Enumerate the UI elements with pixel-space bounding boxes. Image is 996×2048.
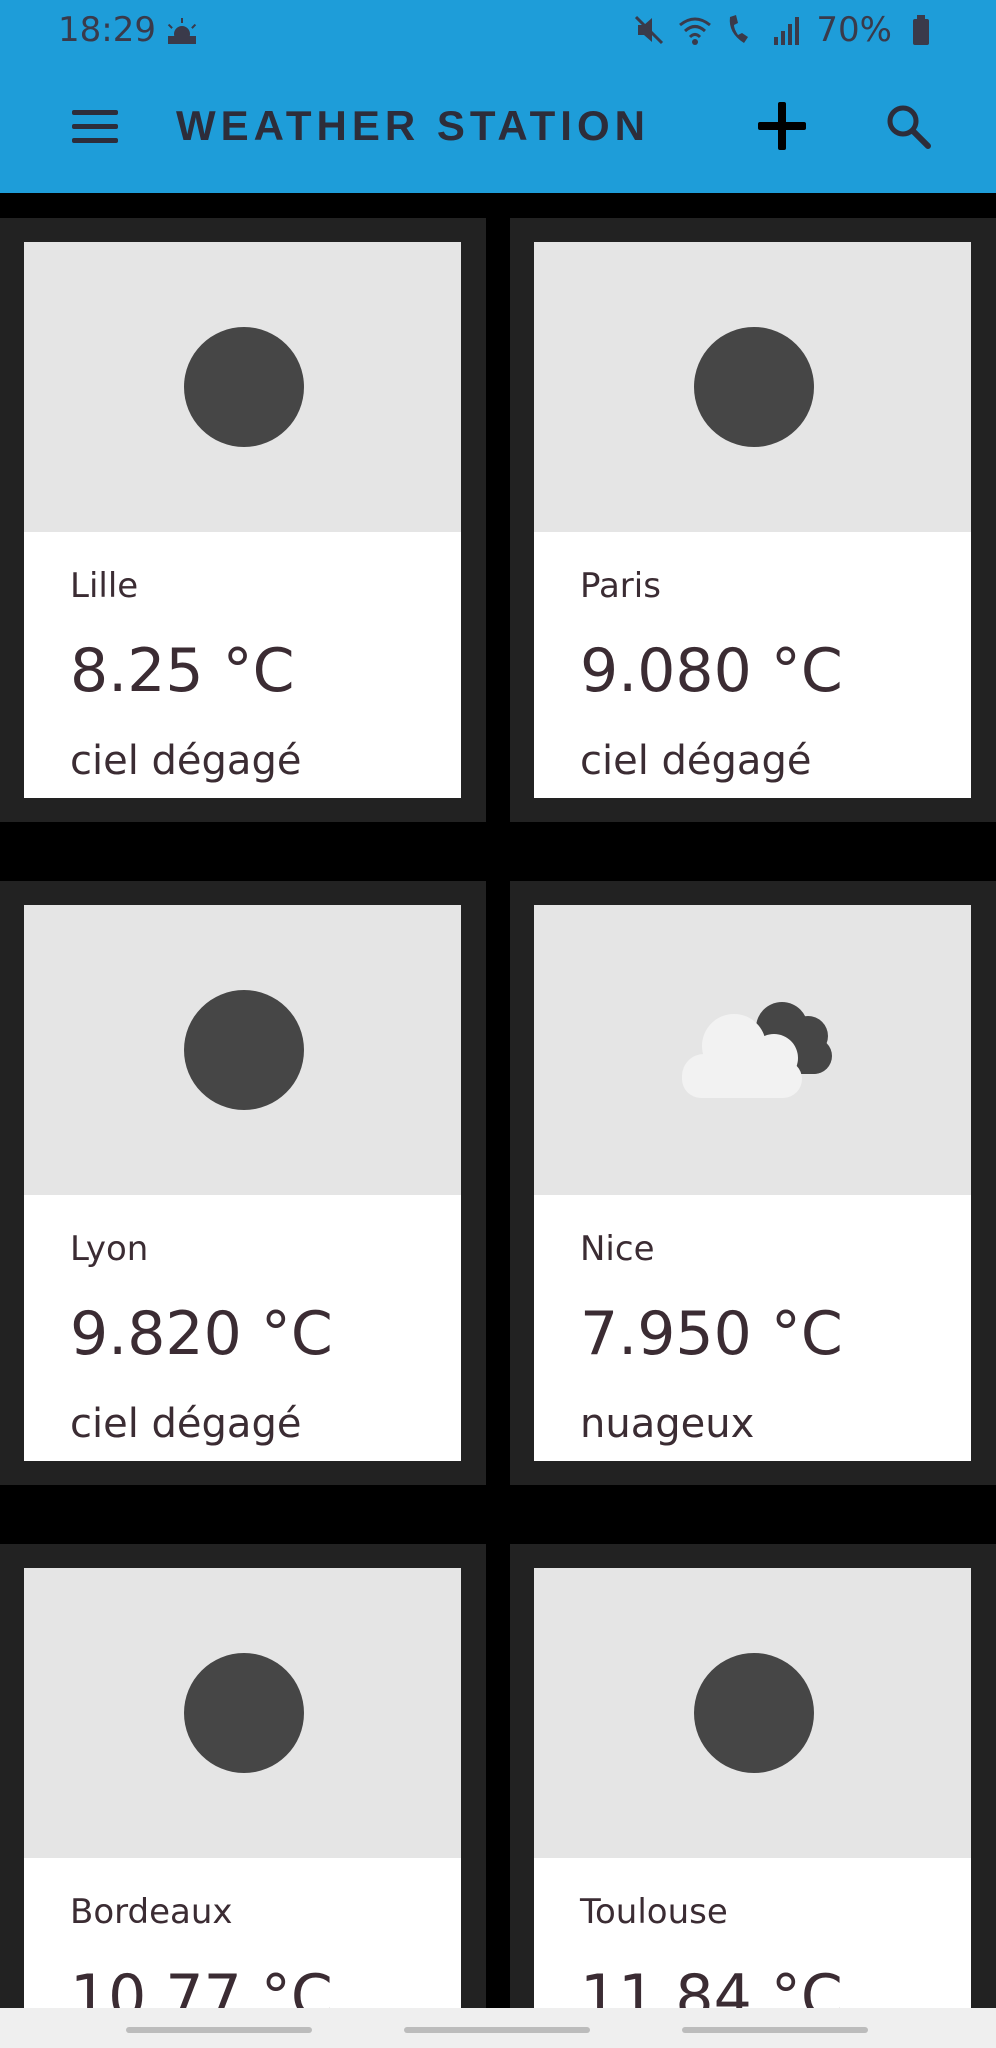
app-root: 18:29 70% WEATHER STATION Lille 8.25 °C … xyxy=(0,0,996,2048)
app-bar: 18:29 70% WEATHER STATION xyxy=(0,0,996,193)
status-time: 18:29 xyxy=(58,10,156,50)
app-title: WEATHER STATION xyxy=(176,102,650,149)
mute-icon xyxy=(635,15,664,45)
temperature: 9.080 °C xyxy=(580,636,843,706)
city-card[interactable]: Toulouse 11.84 °C xyxy=(510,1544,996,2048)
status-icons: 70% xyxy=(632,10,938,50)
wifi-icon xyxy=(679,17,712,45)
signal-icon xyxy=(774,17,800,45)
wifi-call-icon xyxy=(730,15,749,43)
add-icon[interactable] xyxy=(754,98,810,154)
sun-icon xyxy=(184,1653,304,1773)
sun-icon xyxy=(184,990,304,1110)
sun-icon xyxy=(184,327,304,447)
temperature: 8.25 °C xyxy=(70,636,295,706)
temperature: 9.820 °C xyxy=(70,1299,333,1369)
system-nav-bar xyxy=(0,2008,996,2048)
nav-home-handle[interactable] xyxy=(404,2027,590,2033)
city-card[interactable]: Bordeaux 10.77 °C xyxy=(0,1544,486,2048)
weather-description: nuageux xyxy=(580,1401,755,1447)
search-icon[interactable] xyxy=(884,102,932,150)
battery-percent: 70% xyxy=(816,10,892,50)
city-name: Toulouse xyxy=(580,1892,728,1932)
weather-description: ciel dégagé xyxy=(70,738,302,784)
city-name: Bordeaux xyxy=(70,1892,233,1932)
weather-image xyxy=(534,1568,971,1858)
battery-icon xyxy=(913,15,929,45)
sun-icon xyxy=(694,1653,814,1773)
sun-icon xyxy=(694,327,814,447)
city-card[interactable]: Lille 8.25 °C ciel dégagé xyxy=(0,218,486,822)
menu-button[interactable] xyxy=(72,106,120,146)
weather-description: ciel dégagé xyxy=(70,1401,302,1447)
card-info: Nice 7.950 °C nuageux xyxy=(534,1195,971,1461)
weather-description: ciel dégagé xyxy=(580,738,812,784)
sunrise-icon xyxy=(167,18,197,44)
city-name: Nice xyxy=(580,1229,655,1269)
weather-image xyxy=(534,905,971,1195)
weather-image xyxy=(24,242,461,532)
temperature: 7.950 °C xyxy=(580,1299,843,1369)
city-name: Lyon xyxy=(70,1229,149,1269)
city-card[interactable]: Lyon 9.820 °C ciel dégagé xyxy=(0,881,486,1485)
weather-image xyxy=(534,242,971,532)
card-info: Paris 9.080 °C ciel dégagé xyxy=(534,532,971,798)
city-card[interactable]: Paris 9.080 °C ciel dégagé xyxy=(510,218,996,822)
weather-image xyxy=(24,1568,461,1858)
nav-recents-handle[interactable] xyxy=(126,2027,312,2033)
city-name: Lille xyxy=(70,566,139,606)
status-bar: 18:29 70% xyxy=(0,0,996,60)
city-card[interactable]: Nice 7.950 °C nuageux xyxy=(510,881,996,1485)
nav-back-handle[interactable] xyxy=(682,2027,868,2033)
cloud-icon xyxy=(682,1002,832,1098)
card-info: Lille 8.25 °C ciel dégagé xyxy=(24,532,461,798)
city-grid: Lille 8.25 °C ciel dégagé Paris 9.080 °C… xyxy=(0,193,996,2048)
city-name: Paris xyxy=(580,566,661,606)
weather-image xyxy=(24,905,461,1195)
card-info: Lyon 9.820 °C ciel dégagé xyxy=(24,1195,461,1461)
